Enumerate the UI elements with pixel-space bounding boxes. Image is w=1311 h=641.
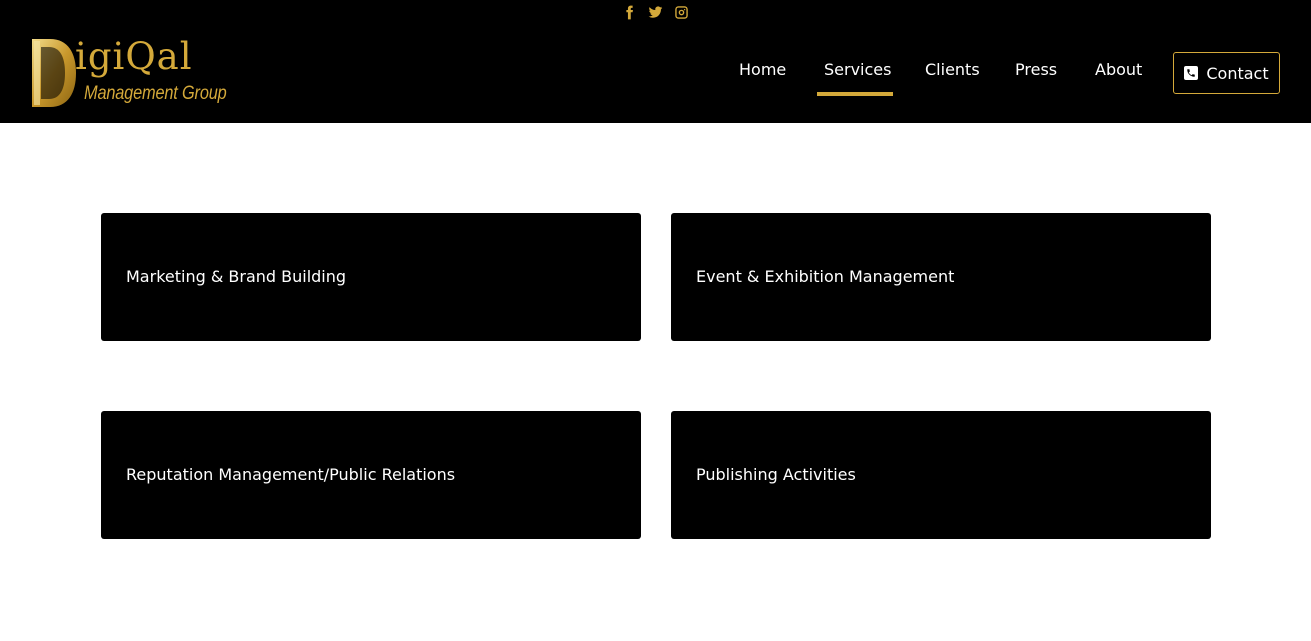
contact-button[interactable]: Contact: [1173, 52, 1280, 94]
service-card-reputation[interactable]: Reputation Management/Public Relations: [101, 411, 641, 539]
service-card-events[interactable]: Event & Exhibition Management: [671, 213, 1211, 341]
nav-clients[interactable]: Clients: [925, 58, 980, 82]
service-card-label: Marketing & Brand Building: [126, 267, 347, 286]
logo-wordmark: igiQal: [75, 35, 193, 78]
logo-tagline: Management Group: [84, 83, 227, 104]
logo-d-mark: [32, 39, 76, 107]
active-nav-indicator: [817, 92, 893, 96]
facebook-icon[interactable]: [620, 3, 638, 21]
service-card-marketing[interactable]: Marketing & Brand Building: [101, 213, 641, 341]
nav-home[interactable]: Home: [739, 58, 786, 82]
nav-press[interactable]: Press: [1015, 58, 1057, 82]
phone-icon: [1184, 66, 1199, 80]
social-links: [620, 3, 690, 21]
service-card-label: Publishing Activities: [696, 465, 856, 484]
contact-label: Contact: [1206, 63, 1269, 83]
service-card-label: Reputation Management/Public Relations: [126, 465, 456, 484]
brand-logo[interactable]: igiQal Management Group: [30, 35, 230, 111]
service-card-publishing[interactable]: Publishing Activities: [671, 411, 1211, 539]
site-header: igiQal Management Group Home Services Cl…: [0, 0, 1311, 123]
nav-services[interactable]: Services: [824, 58, 891, 82]
twitter-icon[interactable]: [646, 3, 664, 21]
nav-about[interactable]: About: [1095, 58, 1142, 82]
instagram-icon[interactable]: [672, 3, 690, 21]
service-card-label: Event & Exhibition Management: [696, 267, 955, 286]
